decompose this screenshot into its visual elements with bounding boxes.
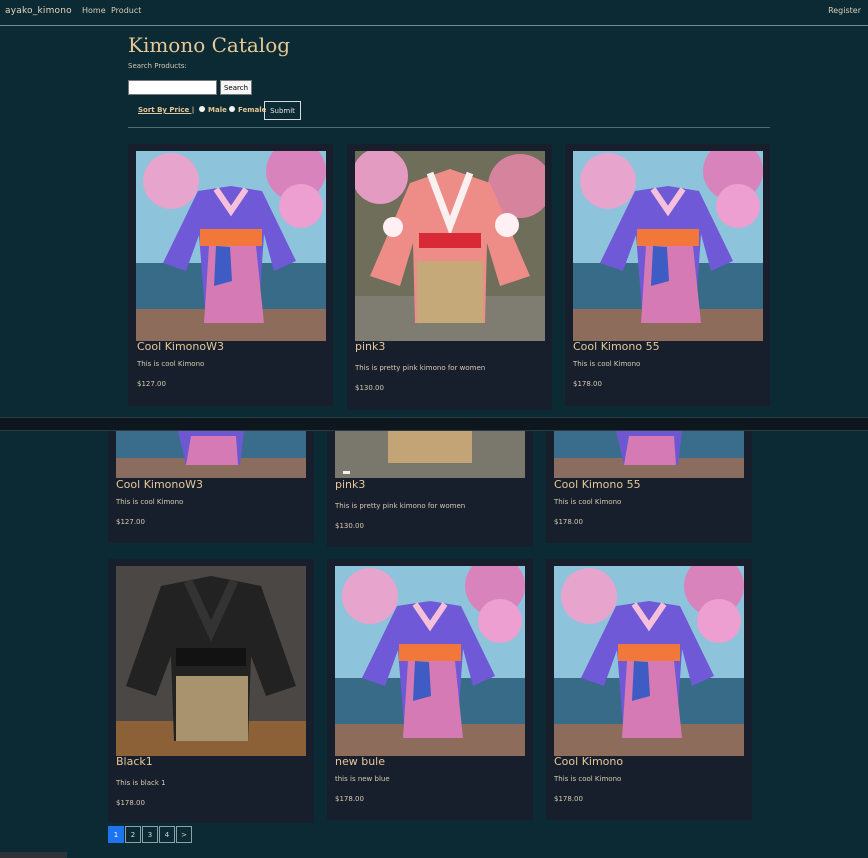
product-title[interactable]: Cool Kimono bbox=[554, 755, 623, 768]
product-price: $178.00 bbox=[335, 795, 364, 803]
top-navigation-bar: ayako_kimono Home Product Register bbox=[0, 0, 868, 26]
product-price: $130.00 bbox=[335, 522, 364, 530]
register-link[interactable]: Register bbox=[828, 6, 861, 15]
product-title[interactable]: Cool Kimono 55 bbox=[573, 340, 660, 353]
product-price: $127.00 bbox=[116, 518, 145, 526]
kimono-image bbox=[355, 151, 545, 341]
male-label: Male bbox=[208, 106, 227, 114]
product-card[interactable]: new bule this is new blue $178.00 bbox=[327, 559, 533, 820]
product-card[interactable]: pink3 This is pretty pink kimono for wom… bbox=[327, 431, 533, 547]
product-price: $178.00 bbox=[116, 799, 145, 807]
submit-button[interactable]: Submit bbox=[264, 101, 301, 120]
product-card[interactable]: pink3 This is pretty pink kimono for wom… bbox=[347, 144, 552, 410]
female-label: Female bbox=[238, 106, 267, 114]
brand-link[interactable]: ayako_kimono bbox=[5, 6, 72, 16]
screenshot-separator bbox=[0, 417, 868, 431]
product-title[interactable]: new bule bbox=[335, 755, 385, 768]
page-3-button[interactable]: 3 bbox=[142, 826, 158, 843]
product-description: This is cool Kimono bbox=[137, 360, 205, 368]
kimono-image bbox=[136, 151, 326, 341]
kimono-image bbox=[116, 431, 306, 478]
product-description: This is black 1 bbox=[116, 779, 166, 787]
product-card[interactable]: Black1 This is black 1 $178.00 bbox=[108, 559, 314, 823]
product-card[interactable]: Cool Kimono 55 This is cool Kimono $178.… bbox=[546, 431, 752, 543]
kimono-image bbox=[573, 151, 763, 341]
product-description: This is cool Kimono bbox=[554, 498, 622, 506]
product-card[interactable]: Cool KimonoW3 This is cool Kimono $127.0… bbox=[108, 431, 314, 543]
female-radio[interactable] bbox=[229, 106, 235, 112]
page-1-button[interactable]: 1 bbox=[108, 826, 124, 843]
product-price: $130.00 bbox=[355, 384, 384, 392]
product-card[interactable]: Cool Kimono This is cool Kimono $178.00 bbox=[546, 559, 752, 820]
product-price: $178.00 bbox=[554, 795, 583, 803]
next-page-button[interactable]: > bbox=[176, 826, 192, 843]
product-description: This is cool Kimono bbox=[573, 360, 641, 368]
product-price: $178.00 bbox=[573, 380, 602, 388]
product-description: This is pretty pink kimono for women bbox=[335, 502, 466, 510]
product-title[interactable]: Cool KimonoW3 bbox=[116, 478, 203, 491]
product-description: This is cool Kimono bbox=[116, 498, 184, 506]
black-kimono-image bbox=[116, 566, 306, 756]
product-title[interactable]: Cool Kimono 55 bbox=[554, 478, 641, 491]
product-description: This is pretty pink kimono for women bbox=[355, 364, 486, 372]
product-price: $127.00 bbox=[137, 380, 166, 388]
product-price: $178.00 bbox=[554, 518, 583, 526]
search-label: Search Products: bbox=[128, 62, 187, 70]
kimono-image bbox=[554, 566, 744, 756]
product-title[interactable]: pink3 bbox=[335, 478, 365, 491]
search-button[interactable]: Search bbox=[220, 80, 252, 95]
nav-product-link[interactable]: Product bbox=[111, 6, 141, 15]
search-input[interactable] bbox=[128, 80, 217, 95]
product-description: This is cool Kimono bbox=[554, 775, 622, 783]
section-divider bbox=[128, 127, 770, 128]
page-2-button[interactable]: 2 bbox=[125, 826, 141, 843]
product-card[interactable]: Cool Kimono 55 This is cool Kimono $178.… bbox=[565, 144, 770, 406]
kimono-image bbox=[554, 431, 744, 478]
pagination: 1 2 3 4 > bbox=[108, 826, 193, 843]
page-4-button[interactable]: 4 bbox=[159, 826, 175, 843]
browser-status-bar bbox=[0, 852, 67, 858]
page-title: Kimono Catalog bbox=[128, 33, 291, 57]
sort-by-price-link[interactable]: Sort By Price | bbox=[138, 106, 194, 114]
kimono-image bbox=[335, 566, 525, 756]
product-title[interactable]: Cool KimonoW3 bbox=[137, 340, 224, 353]
product-card[interactable]: Cool KimonoW3 This is cool Kimono $127.0… bbox=[128, 144, 333, 406]
kimono-image bbox=[335, 431, 525, 478]
product-title[interactable]: pink3 bbox=[355, 340, 385, 353]
male-radio[interactable] bbox=[199, 106, 205, 112]
nav-home-link[interactable]: Home bbox=[82, 6, 106, 15]
product-description: this is new blue bbox=[335, 775, 390, 783]
product-title[interactable]: Black1 bbox=[116, 755, 153, 768]
